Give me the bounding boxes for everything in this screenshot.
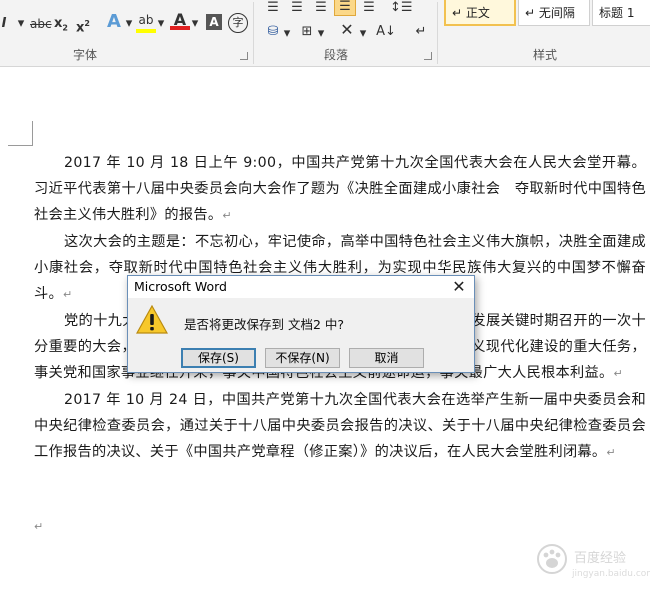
text-effects-icon[interactable]: A <box>104 13 124 31</box>
styles-group: ↵ 正文 ↵ 无间隔 标题 1 样式 <box>440 0 650 66</box>
cancel-button[interactable]: 取消 <box>349 348 424 368</box>
save-changes-dialog: Microsoft Word ✕ 是否将更改保存到 文档2 中? 保存(S) 不… <box>127 275 475 373</box>
paragraph[interactable]: 2017 年 10 月 18 日上午 9:00，中国共产党第十九次全国代表大会在… <box>34 150 646 229</box>
character-shading-icon[interactable]: A <box>206 14 222 30</box>
end-paragraph-mark: ↵ <box>34 520 44 533</box>
style-normal[interactable]: ↵ 正文 <box>444 0 516 26</box>
justify-icon[interactable]: ☰ <box>334 0 356 16</box>
font-color-dropdown-icon[interactable]: ▾ <box>190 16 200 32</box>
shading-dropdown-icon[interactable]: ▾ <box>282 26 292 42</box>
align-left-icon[interactable]: ☰ <box>264 0 282 16</box>
paragraph-group: ☰ ☰ ☰ ☰ ☰ ↕☰ ⛁ ▾ ⊞ ▾ ✕ ▾ A↓ ↵ 段落 <box>254 0 438 66</box>
enclose-character-icon[interactable]: 字 <box>228 13 248 33</box>
paragraph-text: 2017 年 10 月 18 日上午 9:00，中国共产党第十九次全国代表大会在… <box>34 155 646 223</box>
style-no-spacing-label: ↵ 无间隔 <box>525 6 575 20</box>
dialog-title: Microsoft Word <box>134 279 227 294</box>
paragraph-mark: ↵ <box>222 209 232 222</box>
style-heading-1[interactable]: 标题 1 <box>592 0 650 26</box>
line-spacing-icon[interactable]: ↕☰ <box>390 0 413 16</box>
strikethrough-button[interactable]: abc <box>30 16 52 32</box>
underline-dropdown-icon[interactable]: ▾ <box>16 16 26 32</box>
paragraph-mark: ↵ <box>613 367 624 380</box>
style-heading-1-label: 标题 1 <box>599 6 635 20</box>
shading-icon[interactable]: ⛁ <box>264 24 282 40</box>
asian-layout-dropdown-icon[interactable]: ▾ <box>358 26 368 42</box>
paragraph-mark: ↵ <box>606 446 616 459</box>
asian-layout-icon[interactable]: ✕ <box>336 22 358 38</box>
ribbon-divider <box>437 2 438 64</box>
paragraph-dialog-launcher[interactable] <box>424 52 432 60</box>
superscript-button[interactable]: x2 <box>74 16 92 36</box>
paragraph[interactable]: 2017 年 10 月 24 日，中国共产党第十九次全国代表大会在选举产生新一届… <box>34 387 646 466</box>
styles-group-label: 样式 <box>532 48 557 62</box>
font-group-label: 字体 <box>72 48 97 62</box>
watermark-url: jingyan.baidu.com <box>572 569 650 579</box>
paragraph-mark: ↵ <box>62 288 73 301</box>
highlight-icon[interactable]: ab <box>136 12 156 33</box>
borders-dropdown-icon[interactable]: ▾ <box>316 26 326 42</box>
dont-save-button[interactable]: 不保存(N) <box>265 348 340 368</box>
subscript-button[interactable]: x2 <box>52 16 70 37</box>
paragraph-group-label: 段落 <box>323 48 348 62</box>
paw-logo-icon <box>537 544 567 574</box>
font-color-icon[interactable]: A <box>170 12 190 30</box>
margin-corner-mark <box>8 145 33 146</box>
font-group: I ▾ abc x2 x2 A ▾ ab ▾ A ▾ A 字 字体 <box>0 0 252 66</box>
align-right-icon[interactable]: ☰ <box>312 0 330 16</box>
font-dialog-launcher[interactable] <box>240 52 248 60</box>
ribbon: I ▾ abc x2 x2 A ▾ ab ▾ A ▾ A 字 字体 ☰ ☰ ☰ … <box>0 0 650 67</box>
warning-icon <box>135 304 169 335</box>
text-effects-dropdown-icon[interactable]: ▾ <box>124 16 134 32</box>
distributed-icon[interactable]: ☰ <box>360 0 378 16</box>
margin-corner-mark <box>32 121 33 145</box>
watermark-text: 百度经验 <box>574 551 627 566</box>
highlight-dropdown-icon[interactable]: ▾ <box>156 16 166 32</box>
paragraph-text: 2017 年 10 月 24 日，中国共产党第十九次全国代表大会在选举产生新一届… <box>34 392 646 460</box>
borders-icon[interactable]: ⊞ <box>298 24 316 40</box>
save-button-label: 保存(S) <box>198 351 239 365</box>
style-normal-label: ↵ 正文 <box>452 6 490 20</box>
sort-icon[interactable]: A↓ <box>376 24 396 40</box>
dialog-titlebar[interactable]: Microsoft Word ✕ <box>128 276 474 298</box>
close-icon[interactable]: ✕ <box>450 278 468 296</box>
align-center-icon[interactable]: ☰ <box>288 0 306 16</box>
italic-button[interactable]: I <box>0 16 8 32</box>
dont-save-button-label: 不保存(N) <box>275 351 330 365</box>
save-button[interactable]: 保存(S) <box>181 348 256 368</box>
cancel-button-label: 取消 <box>374 351 399 365</box>
style-no-spacing[interactable]: ↵ 无间隔 <box>518 0 590 26</box>
watermark: 百度经验 jingyan.baidu.com <box>536 543 650 587</box>
show-marks-icon[interactable]: ↵ <box>412 24 430 40</box>
dialog-message: 是否将更改保存到 文档2 中? <box>184 317 345 332</box>
